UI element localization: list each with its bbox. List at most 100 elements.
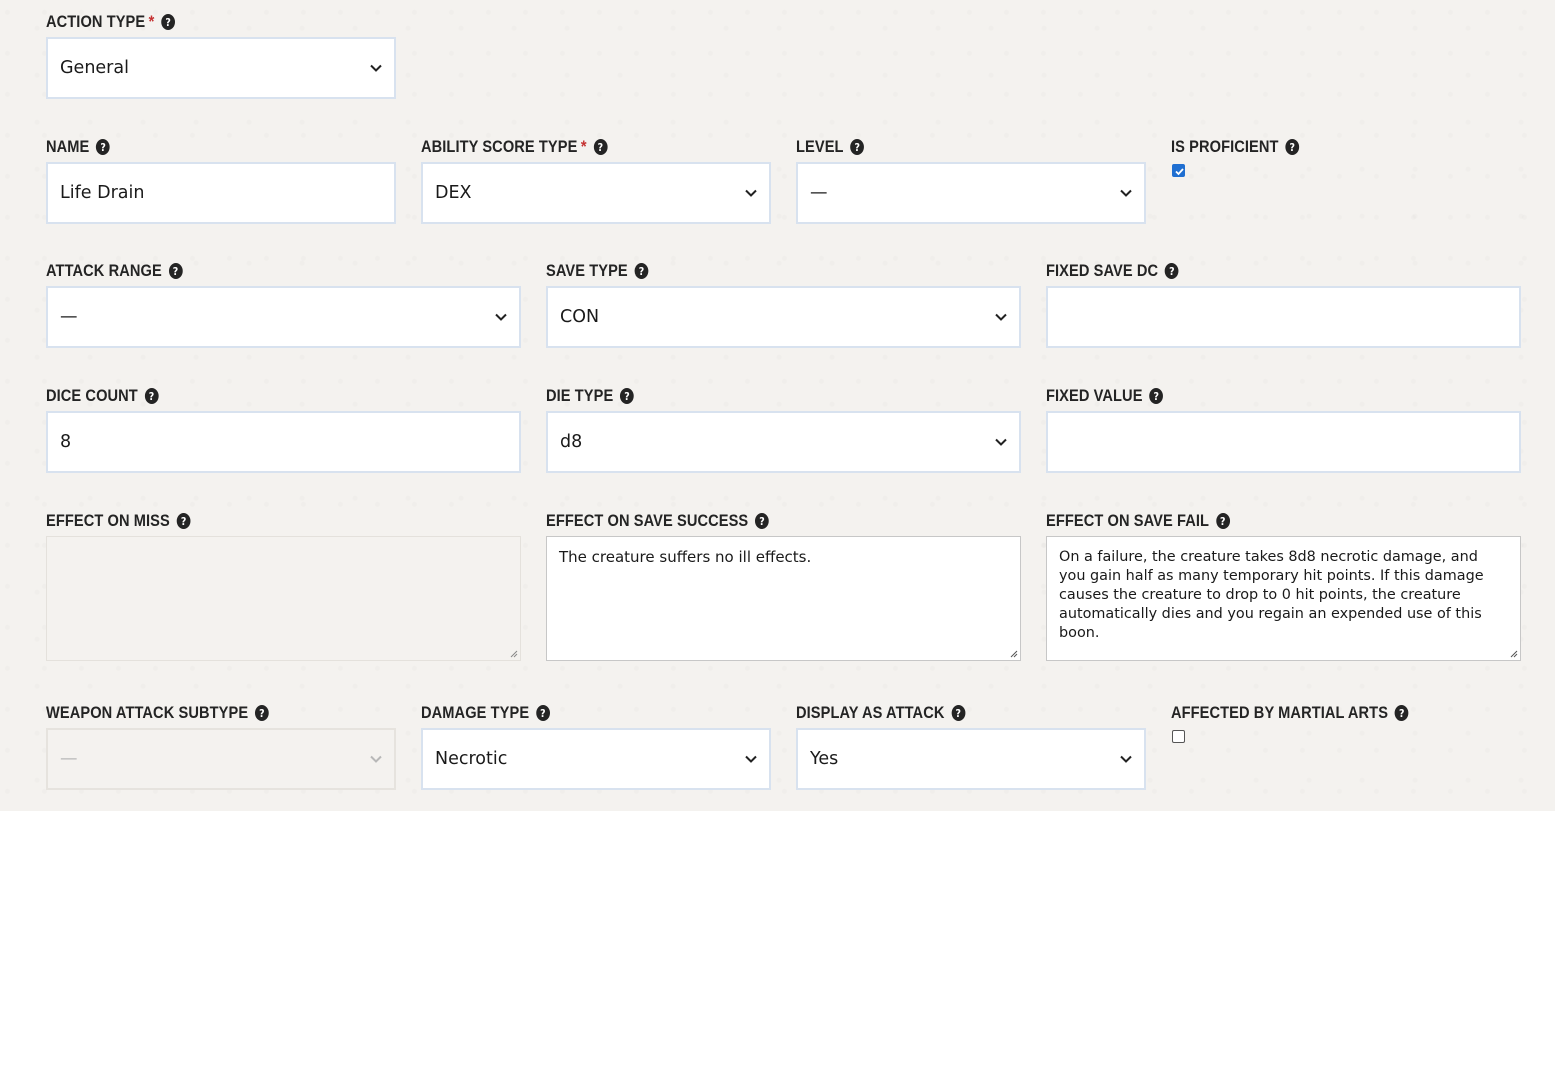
effect-on-save-fail-label-text: EFFECT ON SAVE FAIL: [1046, 511, 1210, 530]
fixed-save-dc-input[interactable]: [1046, 286, 1521, 348]
resize-grip-icon[interactable]: [1508, 648, 1518, 658]
level-select[interactable]: —: [796, 162, 1146, 224]
dice-count-label: DICE COUNT?: [46, 386, 159, 406]
help-icon[interactable]: ?: [1165, 263, 1179, 279]
attack-range-value: —: [60, 307, 78, 327]
chevron-down-icon: [745, 755, 757, 763]
help-icon[interactable]: ?: [755, 513, 769, 529]
display-as-attack-value: Yes: [810, 749, 839, 769]
name-value: Life Drain: [60, 183, 145, 203]
resize-grip-icon[interactable]: [508, 648, 518, 658]
save-type-value: CON: [560, 307, 600, 327]
weapon-attack-subtype-label-text: WEAPON ATTACK SUBTYPE: [46, 703, 249, 722]
fixed-save-dc-label: FIXED SAVE DC?: [1046, 261, 1179, 281]
chevron-down-icon: [745, 189, 757, 197]
damage-type-label-text: DAMAGE TYPE: [421, 703, 530, 722]
damage-type-select[interactable]: Necrotic: [421, 728, 771, 790]
chevron-down-icon: [995, 438, 1007, 446]
effect-on-save-success-label: EFFECT ON SAVE SUCCESS?: [546, 511, 769, 531]
help-icon[interactable]: ?: [161, 14, 176, 30]
chevron-down-icon: [370, 64, 382, 72]
chevron-down-icon: [370, 755, 382, 763]
help-icon[interactable]: ?: [168, 263, 183, 279]
display-as-attack-label: DISPLAY AS ATTACK?: [796, 703, 966, 723]
help-icon[interactable]: ?: [144, 388, 159, 404]
die-type-label: DIE TYPE?: [546, 386, 634, 406]
action-type-select[interactable]: General: [46, 37, 396, 99]
die-type-value: d8: [560, 432, 583, 452]
chevron-down-icon: [1120, 755, 1132, 763]
effect-on-miss-label-text: EFFECT ON MISS: [46, 511, 170, 530]
chevron-down-icon: [1120, 189, 1132, 197]
attack-range-label: ATTACK RANGE?: [46, 261, 183, 281]
save-type-select[interactable]: CON: [546, 286, 1021, 348]
level-label: LEVEL?: [796, 137, 865, 157]
dice-count-value: 8: [60, 432, 72, 452]
weapon-attack-subtype-value: —: [60, 749, 78, 769]
action-type-value: General: [60, 58, 129, 78]
name-input[interactable]: Life Drain: [46, 162, 396, 224]
die-type-label-text: DIE TYPE: [546, 386, 614, 405]
chevron-down-icon: [495, 313, 507, 321]
resize-grip-icon[interactable]: [1008, 648, 1018, 658]
effect-on-save-fail-label: EFFECT ON SAVE FAIL?: [1046, 511, 1230, 531]
help-icon[interactable]: ?: [536, 705, 550, 721]
display-as-attack-label-text: DISPLAY AS ATTACK: [796, 703, 945, 722]
affected-by-martial-arts-checkbox[interactable]: [1172, 730, 1185, 743]
fixed-value-label-text: FIXED VALUE: [1046, 386, 1143, 405]
fixed-value-label: FIXED VALUE?: [1046, 386, 1164, 406]
help-icon[interactable]: ?: [593, 139, 608, 155]
is-proficient-label-text: IS PROFICIENT: [1171, 137, 1279, 156]
help-icon[interactable]: ?: [96, 139, 111, 155]
action-type-label: ACTION TYPE *?: [46, 12, 176, 32]
effect-on-miss-textarea[interactable]: [46, 536, 521, 661]
help-icon[interactable]: ?: [255, 705, 269, 721]
level-label-text: LEVEL: [796, 137, 844, 156]
help-icon[interactable]: ?: [850, 139, 865, 155]
effect-on-miss-label: EFFECT ON MISS?: [46, 511, 191, 531]
help-icon[interactable]: ?: [1215, 513, 1230, 529]
is-proficient-checkbox[interactable]: [1172, 164, 1185, 177]
effect-on-save-success-textarea[interactable]: The creature suffers no ill effects.: [546, 536, 1021, 661]
fixed-value-input[interactable]: [1046, 411, 1521, 473]
ability-score-type-label: ABILITY SCORE TYPE *?: [421, 137, 608, 157]
help-icon[interactable]: ?: [1285, 139, 1300, 155]
damage-type-value: Necrotic: [435, 749, 508, 769]
attack-range-label-text: ATTACK RANGE: [46, 261, 162, 280]
action-type-label-text: ACTION TYPE: [46, 12, 146, 31]
dice-count-label-text: DICE COUNT: [46, 386, 138, 405]
is-proficient-label: IS PROFICIENT?: [1171, 137, 1300, 157]
weapon-attack-subtype-label: WEAPON ATTACK SUBTYPE?: [46, 703, 269, 723]
required-marker: *: [580, 137, 587, 156]
action-form-panel: ACTION TYPE *? General NAME? Life Drain A…: [0, 0, 1555, 811]
save-type-label-text: SAVE TYPE: [546, 261, 628, 280]
affected-by-martial-arts-label: AFFECTED BY MARTIAL ARTS?: [1171, 703, 1409, 723]
level-value: —: [810, 183, 828, 203]
attack-range-select[interactable]: —: [46, 286, 521, 348]
effect-on-save-fail-value: On a failure, the creature takes 8d8 nec…: [1059, 549, 1484, 641]
help-icon[interactable]: ?: [176, 513, 191, 529]
help-icon[interactable]: ?: [634, 263, 649, 279]
chevron-down-icon: [995, 313, 1007, 321]
weapon-attack-subtype-select: —: [46, 728, 396, 790]
ability-score-type-select[interactable]: DEX: [421, 162, 771, 224]
effect-on-save-fail-textarea[interactable]: On a failure, the creature takes 8d8 nec…: [1046, 536, 1521, 661]
help-icon[interactable]: ?: [1394, 705, 1409, 721]
fixed-save-dc-label-text: FIXED SAVE DC: [1046, 261, 1159, 280]
damage-type-label: DAMAGE TYPE?: [421, 703, 550, 723]
help-icon[interactable]: ?: [1149, 388, 1164, 404]
save-type-label: SAVE TYPE?: [546, 261, 649, 281]
checkmark-icon: [1175, 168, 1184, 176]
required-marker: *: [148, 12, 155, 31]
name-label: NAME?: [46, 137, 111, 157]
dice-count-input[interactable]: 8: [46, 411, 521, 473]
ability-score-type-value: DEX: [435, 183, 472, 203]
effect-on-save-success-label-text: EFFECT ON SAVE SUCCESS: [546, 511, 749, 530]
die-type-select[interactable]: d8: [546, 411, 1021, 473]
ability-score-type-label-text: ABILITY SCORE TYPE: [421, 137, 578, 156]
affected-by-martial-arts-label-text: AFFECTED BY MARTIAL ARTS: [1171, 703, 1389, 722]
display-as-attack-select[interactable]: Yes: [796, 728, 1146, 790]
effect-on-save-success-value: The creature suffers no ill effects.: [559, 548, 812, 566]
help-icon[interactable]: ?: [620, 388, 634, 404]
help-icon[interactable]: ?: [951, 705, 966, 721]
